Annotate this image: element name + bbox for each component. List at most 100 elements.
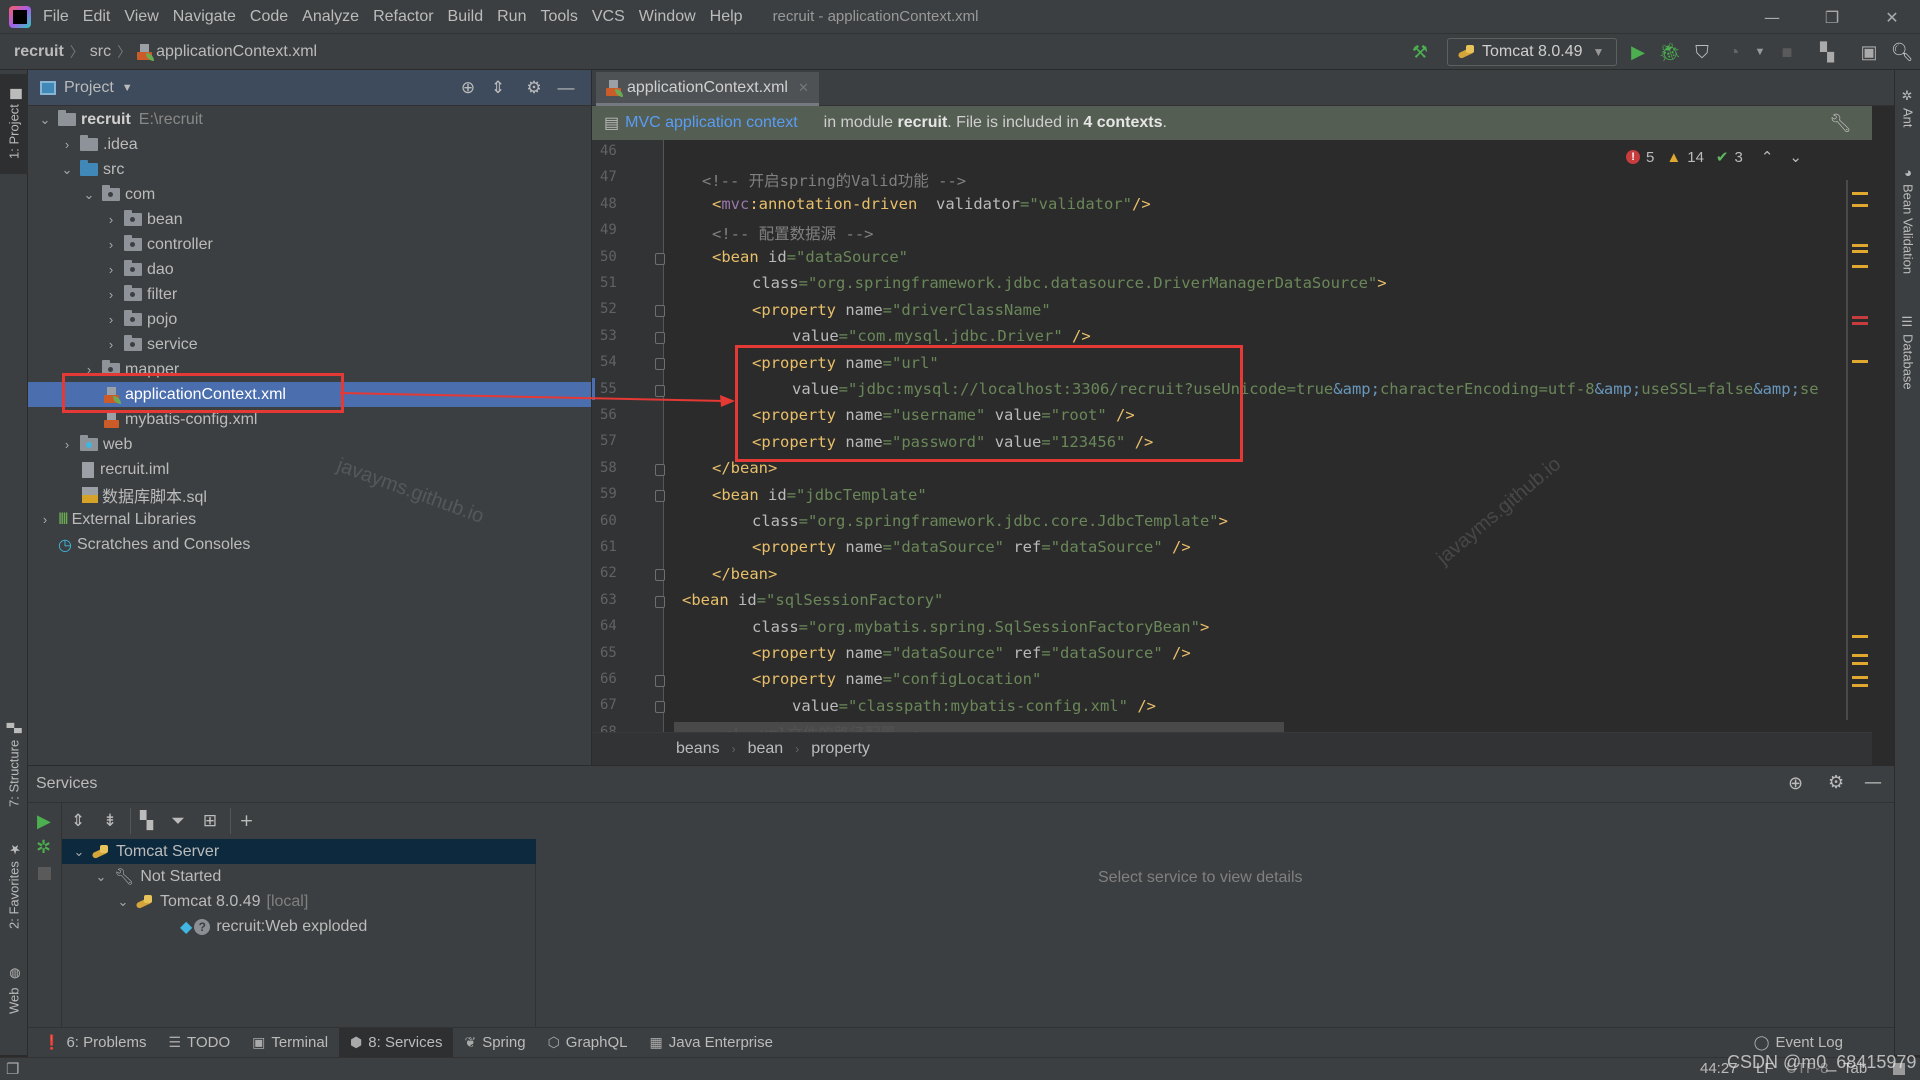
warning-mark[interactable] [1852, 250, 1868, 253]
tree-item-pojo[interactable]: › pojo [28, 307, 591, 332]
xml-breadcrumb-bean[interactable]: bean [748, 740, 784, 758]
tool-tab-spring[interactable]: ❦ Spring [453, 1028, 536, 1058]
stop-icon[interactable]: ■ [1775, 40, 1799, 64]
inspection-widget[interactable]: ! 5 ▲ 14 ✔ 3 ⌃ ⌄ [1626, 148, 1802, 166]
hide-panel-icon[interactable]: — [554, 76, 578, 100]
close-tab-icon[interactable]: ✕ [798, 80, 809, 96]
previous-highlight-icon[interactable]: ⌃ [1761, 148, 1774, 166]
tree-item-service[interactable]: › service [28, 332, 591, 357]
menu-code[interactable]: Code [250, 8, 288, 26]
warning-mark[interactable] [1852, 360, 1868, 363]
tool-tab-bean-validation[interactable]: ◕ Bean Validation [1895, 150, 1920, 290]
tool-tab-graphql[interactable]: ⬡ GraphQL [537, 1028, 639, 1058]
fold-marker-icon[interactable] [655, 595, 665, 608]
error-mark[interactable] [1852, 322, 1868, 325]
minimize-button[interactable]: — [1749, 0, 1795, 34]
tree-item-mybatis-config-xml[interactable]: mybatis-config.xml [28, 407, 591, 432]
xml-breadcrumb-property[interactable]: property [811, 740, 870, 758]
fold-marker-icon[interactable] [655, 490, 665, 503]
add-service-icon[interactable]: + [230, 808, 262, 834]
tree-item-external-libraries[interactable]: › ǀǀǀǀ External Libraries [28, 507, 591, 532]
collapse-all-icon[interactable]: ⇟ [94, 808, 126, 834]
locate-icon[interactable]: ⊕ [1788, 773, 1803, 794]
tool-tab-services[interactable]: ⬢ 8: Services [339, 1027, 454, 1058]
tree-item-sql-script[interactable]: 数据库脚本.sql [28, 482, 591, 507]
run-anything-icon[interactable]: ▣ [1857, 40, 1881, 64]
search-icon[interactable]: 🔍︎ [1890, 40, 1914, 64]
menu-tools[interactable]: Tools [540, 8, 577, 26]
wrench-icon[interactable]: 🔧︎ [1829, 113, 1852, 134]
tree-item-mapper[interactable]: › mapper [28, 357, 591, 382]
close-window-button[interactable]: ✕ [1869, 0, 1915, 34]
tree-item-recruit-iml[interactable]: recruit.iml [28, 457, 591, 482]
tool-tab-terminal[interactable]: ▣ Terminal [241, 1028, 339, 1058]
menu-navigate[interactable]: Navigate [173, 8, 236, 26]
debug-icon[interactable]: 🐞︎ [1658, 40, 1682, 64]
tool-tab-problems[interactable]: ❗ 6: Problems [32, 1028, 157, 1058]
tool-tab-project[interactable]: 1: Project ▆ [0, 74, 28, 174]
new-tab-icon[interactable]: ⊞ [194, 808, 226, 834]
warning-mark[interactable] [1852, 662, 1868, 665]
breadcrumb-file[interactable]: applicationContext.xml [156, 43, 317, 61]
breadcrumb-project[interactable]: recruit [14, 43, 64, 61]
fold-marker-icon[interactable] [655, 675, 665, 687]
menu-vcs[interactable]: VCS [592, 8, 625, 26]
tree-item-web[interactable]: › web [28, 432, 591, 457]
project-view-selector[interactable]: Project [64, 79, 114, 97]
fold-marker-icon[interactable] [655, 569, 665, 582]
gear-icon[interactable]: ⚙ [1828, 772, 1844, 793]
error-mark[interactable] [1852, 316, 1868, 319]
fold-marker-icon[interactable] [655, 463, 665, 476]
tree-item-scratches[interactable]: ◷ Scratches and Consoles [28, 532, 591, 557]
run-icon[interactable]: ▶ [37, 811, 51, 832]
fold-marker-icon[interactable] [655, 252, 665, 265]
menu-build[interactable]: Build [448, 8, 484, 26]
tool-tab-todo[interactable]: ☰ TODO [157, 1028, 241, 1058]
hide-panel-icon[interactable]: — [1864, 772, 1882, 793]
next-highlight-icon[interactable]: ⌄ [1789, 148, 1802, 166]
project-structure-icon[interactable]: ▚ [1815, 40, 1839, 64]
menu-refactor[interactable]: Refactor [373, 8, 433, 26]
filter-icon[interactable]: ⏷ [162, 808, 194, 834]
code-editor[interactable]: 46 47 48 49 50 51 52 53 54 55 56 57 58 59 60 61 62 63 64 65… [592, 140, 1872, 732]
fold-marker-icon[interactable] [655, 358, 665, 371]
menu-run[interactable]: Run [497, 8, 526, 26]
warning-mark[interactable] [1852, 654, 1868, 657]
tree-item-idea[interactable]: › .idea [28, 132, 591, 157]
expand-all-icon[interactable]: ⇕ [62, 808, 94, 834]
run-configuration-dropdown[interactable]: Tomcat 8.0.49 ▼ [1447, 38, 1617, 66]
menu-analyze[interactable]: Analyze [302, 8, 359, 26]
tool-tab-java-enterprise[interactable]: ▦ Java Enterprise [639, 1028, 784, 1058]
tree-item-dao[interactable]: › dao [28, 257, 591, 282]
context-link[interactable]: MVC application context [625, 114, 798, 132]
group-by-icon[interactable]: ▚ [130, 808, 162, 834]
tree-item-controller[interactable]: › controller [28, 232, 591, 257]
build-hammer-icon[interactable]: ⚒ [1408, 40, 1432, 64]
run-icon[interactable]: ▶ [1626, 40, 1650, 64]
menu-help[interactable]: Help [710, 8, 743, 26]
breadcrumb-src[interactable]: src [90, 43, 111, 61]
run-with-coverage-icon[interactable]: ⛉ [1690, 40, 1714, 64]
menu-edit[interactable]: Edit [83, 8, 111, 26]
horizontal-scrollbar[interactable] [674, 722, 1284, 732]
profile-dropdown-icon[interactable]: ▼ [1748, 40, 1772, 64]
stop-icon[interactable] [38, 867, 51, 880]
warning-mark[interactable] [1852, 635, 1868, 638]
menu-file[interactable]: File [43, 8, 69, 26]
error-stripe[interactable] [1850, 140, 1872, 732]
warning-mark[interactable] [1852, 676, 1868, 679]
gear-icon[interactable]: ⚙ [522, 76, 546, 100]
fold-marker-icon[interactable] [655, 305, 665, 318]
tool-tab-database[interactable]: ☰ Database [1895, 302, 1920, 402]
warning-mark[interactable] [1852, 684, 1868, 687]
fold-marker-icon[interactable] [655, 384, 665, 397]
tree-item-applicationcontext-xml[interactable]: applicationContext.xml [28, 382, 591, 407]
tree-item-com[interactable]: ⌄ com [28, 182, 591, 207]
tree-item-filter[interactable]: › filter [28, 282, 591, 307]
fold-marker-icon[interactable] [655, 331, 665, 344]
toggle-tool-windows-icon[interactable]: ❐ [6, 1060, 19, 1078]
tool-tab-favorites[interactable]: 2: Favorites ★ [0, 825, 28, 945]
editor-tab-applicationcontext[interactable]: applicationContext.xml ✕ [596, 72, 819, 106]
fold-marker-icon[interactable] [655, 701, 665, 714]
tool-tab-structure[interactable]: 7: Structure ▞ [0, 710, 28, 820]
